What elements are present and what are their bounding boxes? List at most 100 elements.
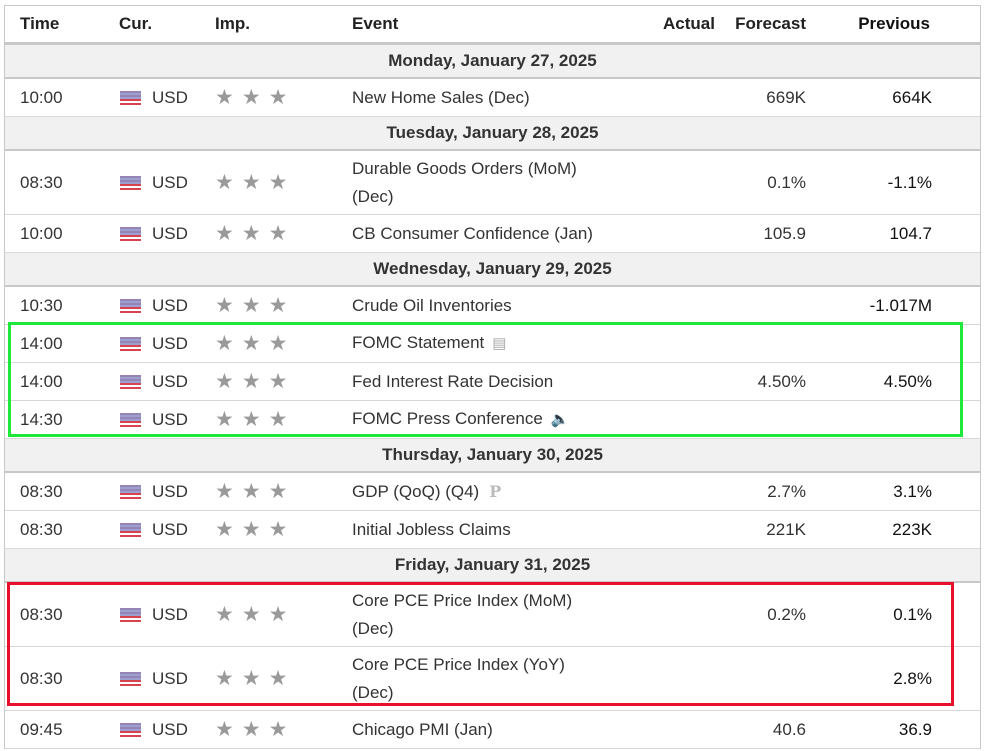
us-flag-icon (120, 484, 141, 499)
event-row[interactable]: 14:30 USD ★ ★ ★ FOMC Press Conference 🔈 (5, 401, 980, 439)
event-period: (Dec) (352, 186, 394, 206)
currency-code: USD (152, 481, 188, 501)
header-currency[interactable]: Cur. (115, 6, 215, 42)
header-previous[interactable]: Previous (812, 6, 937, 42)
event-time: 14:00 (20, 333, 63, 353)
star-icon: ★ (215, 480, 234, 503)
event-row[interactable]: 10:00 USD ★ ★ ★ New Home Sales (Dec) 669K 664K (5, 79, 980, 117)
currency-code: USD (152, 223, 188, 243)
event-time: 08:30 (20, 519, 63, 539)
event-name[interactable]: Crude Oil Inventories (350, 287, 620, 324)
event-forecast: 40.6 (772, 719, 806, 739)
event-row[interactable]: 14:00 USD ★ ★ ★ FOMC Statement ▤ (5, 325, 980, 363)
event-name[interactable]: Durable Goods Orders (MoM) (Dec) (350, 151, 620, 214)
event-title[interactable]: Initial Jobless Claims (352, 520, 511, 539)
event-actual (620, 647, 715, 710)
table-body: Monday, January 27, 2025 10:00 USD ★ ★ ★ New H… (5, 45, 980, 749)
event-currency: USD (115, 215, 215, 252)
event-time: 10:00 (20, 223, 63, 243)
event-time: 14:00 (20, 371, 63, 391)
event-name[interactable]: GDP (QoQ) (Q4) P (350, 473, 620, 510)
event-currency: USD (115, 583, 215, 646)
event-name-text-block: Durable Goods Orders (MoM) (Dec) (352, 155, 577, 211)
star-icon: ★ (241, 370, 261, 393)
event-name[interactable]: FOMC Statement ▤ (350, 325, 620, 362)
event-title[interactable]: Durable Goods Orders (MoM) (352, 159, 577, 178)
event-name-text-block: GDP (QoQ) (Q4) P (352, 478, 501, 506)
event-currency: USD (115, 711, 215, 748)
header-event[interactable]: Event (350, 6, 620, 42)
event-title[interactable]: GDP (QoQ) (Q4) (352, 482, 479, 501)
event-name-text-block: FOMC Statement ▤ (352, 329, 506, 358)
event-forecast (715, 647, 812, 710)
currency-code: USD (152, 519, 188, 539)
header-forecast[interactable]: Forecast (715, 6, 812, 42)
event-title[interactable]: New Home Sales (Dec) (352, 88, 530, 107)
header-actual[interactable]: Actual (620, 6, 715, 42)
event-name[interactable]: FOMC Press Conference 🔈 (350, 401, 620, 438)
header-importance[interactable]: Imp. (215, 6, 350, 42)
event-row[interactable]: 08:30 USD ★ ★ ★ GDP (QoQ) (Q4) P 2.7% 3.1% (5, 473, 980, 511)
importance-rating: ★ ★ ★ (215, 647, 350, 710)
us-flag-icon (120, 374, 141, 389)
event-title[interactable]: Chicago PMI (Jan) (352, 720, 493, 739)
event-previous: 36.9 (898, 719, 932, 739)
day-label: Thursday, January 30, 2025 (382, 445, 603, 464)
event-row[interactable]: 10:00 USD ★ ★ ★ CB Consumer Confidence (Jan) 1… (5, 215, 980, 253)
event-title[interactable]: Core PCE Price Index (YoY) (352, 655, 565, 674)
currency-code: USD (152, 295, 188, 315)
event-name[interactable]: Core PCE Price Index (YoY) (Dec) (350, 647, 620, 710)
event-name[interactable]: New Home Sales (Dec) (350, 79, 620, 116)
event-name[interactable]: Chicago PMI (Jan) (350, 711, 620, 748)
event-previous: 4.50% (883, 371, 932, 391)
importance-rating: ★ ★ ★ (215, 325, 350, 362)
event-name[interactable]: Core PCE Price Index (MoM) (Dec) (350, 583, 620, 646)
event-name[interactable]: CB Consumer Confidence (Jan) (350, 215, 620, 252)
event-row[interactable]: 09:45 USD ★ ★ ★ Chicago PMI (Jan) 40.6 36.9 (5, 711, 980, 749)
event-name-text-block: Crude Oil Inventories (352, 292, 512, 320)
event-row[interactable]: 14:00 USD ★ ★ ★ Fed Interest Rate Decision 4.5… (5, 363, 980, 401)
day-header-row: Monday, January 27, 2025 (5, 45, 980, 79)
star-icon: ★ (241, 667, 261, 690)
event-forecast (715, 401, 812, 438)
star-icon: ★ (268, 667, 288, 690)
event-actual (620, 151, 715, 214)
event-row[interactable]: 08:30 USD ★ ★ ★ Core PCE Price Index (YoY) (De… (5, 647, 980, 711)
header-time[interactable]: Time (5, 6, 115, 42)
star-icon: ★ (241, 86, 261, 109)
importance-rating: ★ ★ ★ (215, 473, 350, 510)
event-currency: USD (115, 401, 215, 438)
speaker-icon[interactable]: 🔈 (551, 406, 570, 434)
star-icon: ★ (241, 332, 261, 355)
event-title[interactable]: FOMC Press Conference (352, 409, 543, 428)
importance-stars: ★ ★ ★ (215, 87, 287, 108)
currency-code: USD (152, 172, 188, 192)
star-icon: ★ (268, 718, 288, 741)
event-row[interactable]: 08:30 USD ★ ★ ★ Core PCE Price Index (MoM) (De… (5, 583, 980, 647)
event-actual (620, 473, 715, 510)
importance-stars: ★ ★ ★ (215, 409, 287, 430)
event-time: 10:00 (20, 87, 63, 107)
star-icon: ★ (268, 408, 288, 431)
event-forecast: 4.50% (757, 371, 806, 391)
event-name-text-block: Core PCE Price Index (YoY) (Dec) (352, 651, 565, 707)
event-row[interactable]: 08:30 USD ★ ★ ★ Initial Jobless Claims 221K 223… (5, 511, 980, 549)
event-title[interactable]: Crude Oil Inventories (352, 296, 512, 315)
event-currency: USD (115, 79, 215, 116)
event-title[interactable]: Core PCE Price Index (MoM) (352, 591, 572, 610)
event-row[interactable]: 10:30 USD ★ ★ ★ Crude Oil Inventories -1.017M (5, 287, 980, 325)
event-name[interactable]: Fed Interest Rate Decision (350, 363, 620, 400)
document-icon[interactable]: ▤ (492, 330, 506, 358)
star-icon: ★ (215, 370, 234, 393)
event-row[interactable]: 08:30 USD ★ ★ ★ Durable Goods Orders (MoM) (De… (5, 151, 980, 215)
importance-rating: ★ ★ ★ (215, 511, 350, 548)
event-title[interactable]: CB Consumer Confidence (Jan) (352, 224, 593, 243)
event-previous: -1.017M (869, 295, 932, 315)
event-currency: USD (115, 151, 215, 214)
event-forecast: 221K (766, 519, 806, 539)
day-label: Monday, January 27, 2025 (388, 51, 597, 70)
event-name[interactable]: Initial Jobless Claims (350, 511, 620, 548)
event-title[interactable]: FOMC Statement (352, 333, 484, 352)
star-icon: ★ (215, 86, 234, 109)
event-title[interactable]: Fed Interest Rate Decision (352, 372, 553, 391)
